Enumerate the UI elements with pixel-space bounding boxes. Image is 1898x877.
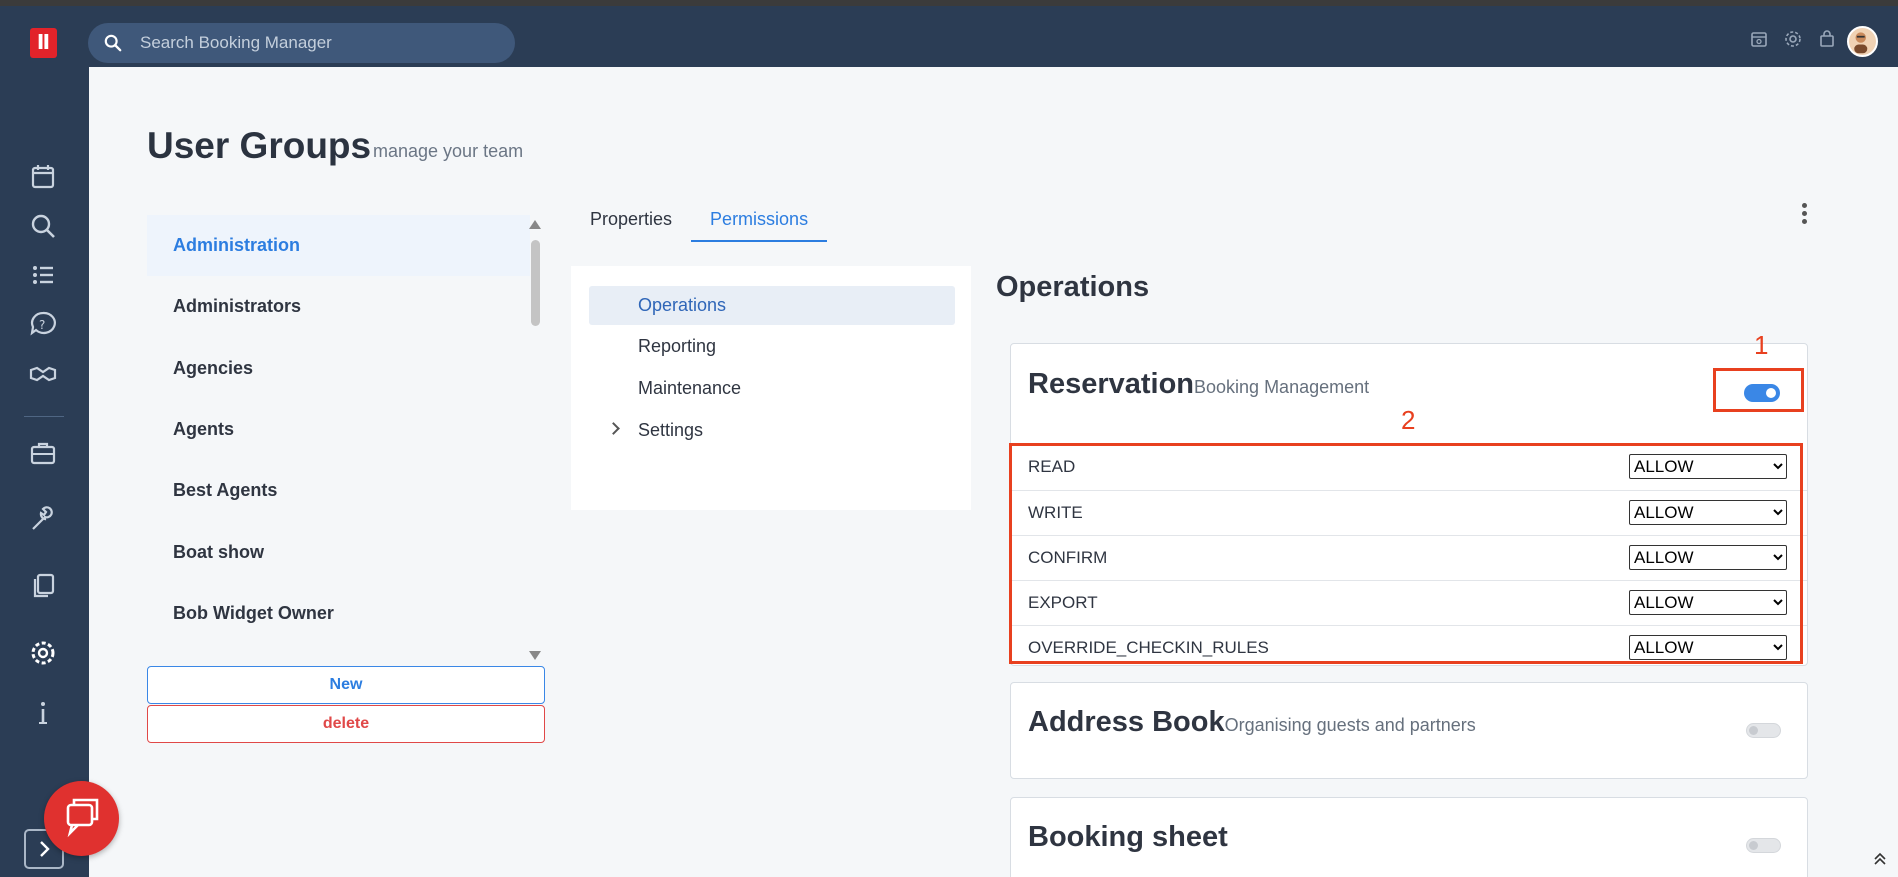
scroll-up-arrow-icon[interactable]: [529, 220, 541, 229]
documents-icon[interactable]: [29, 572, 57, 600]
tab-permissions[interactable]: Permissions: [691, 199, 828, 242]
category-operations[interactable]: Operations: [589, 286, 955, 325]
wrench-icon[interactable]: [29, 505, 57, 533]
gear-icon[interactable]: [1784, 30, 1802, 48]
search-icon[interactable]: [29, 212, 57, 240]
calendar-settings-icon[interactable]: [1750, 30, 1768, 48]
list-icon[interactable]: [29, 261, 57, 289]
chat-button[interactable]: [44, 781, 119, 856]
scroll-to-top-icon[interactable]: [1873, 852, 1887, 866]
card-title-text: Address Book: [1028, 706, 1225, 738]
scroll-thumb[interactable]: [531, 240, 540, 326]
card-description: Organising guests and partners: [1224, 715, 1476, 735]
booking-sheet-enable-toggle[interactable]: [1746, 838, 1781, 853]
sidebar-divider: [24, 416, 64, 417]
annotation-label-1: 1: [1754, 330, 1769, 360]
search-icon: [104, 34, 122, 52]
chat-icon: [66, 798, 99, 838]
permission-card-address-book: Address BookOrganising guests and partne…: [1010, 682, 1808, 779]
briefcase-icon[interactable]: [29, 439, 57, 467]
permission-card-booking-sheet: Booking sheet: [1010, 797, 1808, 877]
top-bar: Ⅱ: [0, 0, 1898, 67]
group-item-best-agents[interactable]: Best Agents: [147, 460, 530, 521]
user-avatar[interactable]: [1847, 26, 1878, 57]
page-subtitle: manage your team: [373, 141, 524, 161]
scroll-down-arrow-icon[interactable]: [529, 651, 541, 660]
category-settings[interactable]: Settings: [589, 411, 955, 450]
handshake-icon[interactable]: [29, 360, 57, 388]
tab-properties[interactable]: Properties: [571, 199, 691, 242]
card-title-text: Booking sheet: [1028, 821, 1228, 853]
search-input[interactable]: [140, 33, 500, 53]
sidebar: ?: [0, 67, 89, 877]
annotation-box-2: [1009, 443, 1803, 664]
calendar-icon[interactable]: [29, 163, 57, 191]
address-book-enable-toggle[interactable]: [1746, 723, 1781, 738]
chevron-right-icon[interactable]: [607, 422, 620, 435]
info-icon[interactable]: [29, 699, 57, 727]
card-title: Booking sheet: [1028, 821, 1228, 854]
new-group-button[interactable]: New: [147, 666, 545, 704]
group-list-scrollbar[interactable]: [528, 218, 542, 662]
svg-text:?: ?: [39, 318, 45, 332]
group-item-agencies[interactable]: Agencies: [147, 338, 530, 399]
group-item-bob-widget-owner[interactable]: Bob Widget Owner: [147, 583, 530, 644]
card-title: Address BookOrganising guests and partne…: [1028, 706, 1476, 739]
delete-group-button[interactable]: delete: [147, 705, 545, 743]
help-chat-icon[interactable]: ?: [29, 310, 57, 338]
group-item-administrators[interactable]: Administrators: [147, 276, 530, 337]
card-title: ReservationBooking Management: [1028, 368, 1369, 401]
card-title-text: Reservation: [1028, 368, 1195, 400]
permission-category-nav: Operations Reporting Maintenance Setting…: [571, 266, 971, 510]
category-settings-label: Settings: [638, 420, 704, 440]
tab-bar: Properties Permissions: [571, 199, 828, 242]
card-description: Booking Management: [1194, 377, 1370, 397]
group-item-boat-show[interactable]: Boat show: [147, 521, 530, 582]
settings-gear-icon[interactable]: [29, 639, 57, 667]
annotation-box-1: [1713, 368, 1804, 412]
annotation-label-2: 2: [1401, 405, 1416, 435]
category-reporting[interactable]: Reporting: [589, 327, 955, 366]
page-title: User Groups: [147, 125, 372, 166]
more-options-icon[interactable]: [1800, 203, 1808, 227]
group-item-administration[interactable]: Administration: [147, 215, 530, 277]
section-title: Operations: [996, 271, 1150, 303]
app-logo[interactable]: Ⅱ: [30, 28, 57, 58]
shopping-bag-icon[interactable]: [1818, 30, 1836, 48]
search-box[interactable]: [88, 23, 515, 63]
group-item-agents[interactable]: Agents: [147, 399, 530, 460]
category-maintenance[interactable]: Maintenance: [589, 369, 955, 408]
group-list: Administration Administrators Agencies A…: [147, 215, 530, 657]
